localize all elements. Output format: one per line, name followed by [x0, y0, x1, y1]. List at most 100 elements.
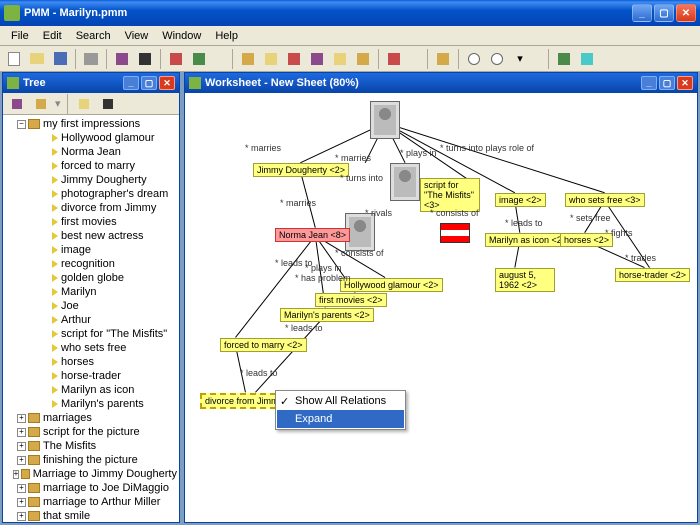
concept-node-forced[interactable]: forced to marry <2>	[220, 338, 307, 352]
tree-item[interactable]: Jimmy Dougherty	[5, 173, 177, 187]
tree-item[interactable]: forced to marry	[5, 159, 177, 173]
ctx-expand[interactable]: Expand	[277, 410, 404, 428]
tree-item[interactable]: +marriages	[5, 411, 177, 425]
concept-node-whosets[interactable]: who sets free <3>	[565, 193, 645, 207]
menu-view[interactable]: View	[118, 28, 156, 44]
menu-help[interactable]: Help	[208, 28, 245, 44]
tree-item[interactable]: photographer's dream	[5, 187, 177, 201]
menu-window[interactable]: Window	[155, 28, 208, 44]
tree-item[interactable]: best new actress	[5, 229, 177, 243]
tree-item[interactable]: first movies	[5, 215, 177, 229]
tree-tool-b[interactable]	[31, 94, 51, 114]
open-button[interactable]	[27, 49, 47, 69]
concept-node-jimmy[interactable]: Jimmy Dougherty <2>	[253, 163, 349, 177]
concept-node-image[interactable]: image <2>	[495, 193, 546, 207]
tool-j[interactable]	[353, 49, 373, 69]
tree-item[interactable]: recognition	[5, 257, 177, 271]
tool-i[interactable]	[330, 49, 350, 69]
expand-toggle[interactable]: +	[13, 470, 20, 479]
concept-node-firstmov[interactable]: first movies <2>	[315, 293, 387, 307]
concept-node-script[interactable]: script for "The Misfits" <3>	[420, 178, 480, 212]
tool-c[interactable]	[166, 49, 186, 69]
tool-d[interactable]	[189, 49, 209, 69]
expand-toggle[interactable]: −	[17, 120, 26, 129]
tree-item[interactable]: Marilyn	[5, 285, 177, 299]
close-button[interactable]: ✕	[676, 4, 696, 22]
save-button[interactable]	[50, 49, 70, 69]
worksheet-close-button[interactable]: ✕	[677, 76, 693, 90]
concept-node-date[interactable]: august 5, 1962 <2>	[495, 268, 555, 292]
joe-photo[interactable]	[390, 163, 420, 201]
tree-item[interactable]: golden globe	[5, 271, 177, 285]
zoom-in-button[interactable]	[464, 49, 484, 69]
print-button[interactable]	[81, 49, 101, 69]
leaf-icon	[52, 232, 58, 240]
tree-minimize-button[interactable]: _	[123, 76, 139, 90]
tree-tool-d[interactable]	[98, 94, 118, 114]
concept-node-norma[interactable]: Norma Jean <8>	[275, 228, 350, 242]
zoom-out-button[interactable]	[487, 49, 507, 69]
tree-item[interactable]: Marilyn as icon	[5, 383, 177, 397]
tree-item[interactable]: +The Misfits	[5, 439, 177, 453]
maximize-button[interactable]: ▢	[654, 4, 674, 22]
tree-item[interactable]: +marriage to Arthur Miller	[5, 495, 177, 509]
expand-toggle[interactable]: +	[17, 456, 26, 465]
folder-icon	[28, 497, 40, 507]
tree-item[interactable]: divorce from Jimmy	[5, 201, 177, 215]
expand-toggle[interactable]: +	[17, 428, 26, 437]
tree-item[interactable]: Marilyn's parents	[5, 397, 177, 411]
tree-tool-a[interactable]	[7, 94, 27, 114]
marilyn-photo[interactable]	[370, 101, 400, 139]
tool-e[interactable]	[238, 49, 258, 69]
tree-item[interactable]: horses	[5, 355, 177, 369]
worksheet-maximize-button[interactable]: ▢	[659, 76, 675, 90]
tool-l[interactable]	[433, 49, 453, 69]
tree-item[interactable]: +finishing the picture	[5, 453, 177, 467]
menu-file[interactable]: File	[4, 28, 36, 44]
expand-toggle[interactable]: +	[17, 512, 26, 521]
expand-toggle[interactable]: +	[17, 484, 26, 493]
concept-node-icon[interactable]: Marilyn as icon <2>	[485, 233, 571, 247]
tool-f[interactable]	[261, 49, 281, 69]
tree-tool-c[interactable]	[74, 94, 94, 114]
tree-item[interactable]: Norma Jean	[5, 145, 177, 159]
tool-k[interactable]	[384, 49, 404, 69]
tree-item[interactable]: Joe	[5, 299, 177, 313]
tree-maximize-button[interactable]: ▢	[141, 76, 157, 90]
tree-item[interactable]: image	[5, 243, 177, 257]
tree-item[interactable]: +marriage to Joe DiMaggio	[5, 481, 177, 495]
flag-image[interactable]	[440, 223, 470, 243]
tree-item[interactable]: script for "The Misfits"	[5, 327, 177, 341]
concept-node-glamour[interactable]: Hollywood glamour <2>	[340, 278, 443, 292]
tool-a[interactable]	[112, 49, 132, 69]
concept-node-parents[interactable]: Marilyn's parents <2>	[280, 308, 374, 322]
menu-search[interactable]: Search	[69, 28, 118, 44]
tree-item[interactable]: who sets free	[5, 341, 177, 355]
tree-body[interactable]: −my first impressionsHollywood glamourNo…	[3, 115, 179, 522]
tree-item[interactable]: +that smile	[5, 509, 177, 522]
folder-icon	[28, 119, 40, 129]
worksheet-minimize-button[interactable]: _	[641, 76, 657, 90]
tool-m[interactable]	[554, 49, 574, 69]
concept-node-trader[interactable]: horse-trader <2>	[615, 268, 690, 282]
expand-toggle[interactable]: +	[17, 498, 26, 507]
tool-b[interactable]	[135, 49, 155, 69]
expand-toggle[interactable]: +	[17, 442, 26, 451]
new-button[interactable]	[4, 49, 24, 69]
tree-item[interactable]: horse-trader	[5, 369, 177, 383]
tree-item[interactable]: +script for the picture	[5, 425, 177, 439]
tree-item[interactable]: Arthur	[5, 313, 177, 327]
menu-edit[interactable]: Edit	[36, 28, 69, 44]
ctx-show-all-relations[interactable]: ✓Show All Relations	[277, 392, 404, 410]
tree-root[interactable]: −my first impressions	[5, 117, 177, 131]
worksheet-canvas[interactable]: Jimmy Dougherty <2> Norma Jean <8> forced …	[185, 93, 697, 522]
tool-g[interactable]	[284, 49, 304, 69]
minimize-button[interactable]: _	[632, 4, 652, 22]
tree-item[interactable]: +Marriage to Jimmy Dougherty	[5, 467, 177, 481]
zoom-dropdown[interactable]: ▾	[510, 49, 530, 69]
tool-n[interactable]	[577, 49, 597, 69]
tree-item[interactable]: Hollywood glamour	[5, 131, 177, 145]
tree-close-button[interactable]: ✕	[159, 76, 175, 90]
expand-toggle[interactable]: +	[17, 414, 26, 423]
tool-h[interactable]	[307, 49, 327, 69]
